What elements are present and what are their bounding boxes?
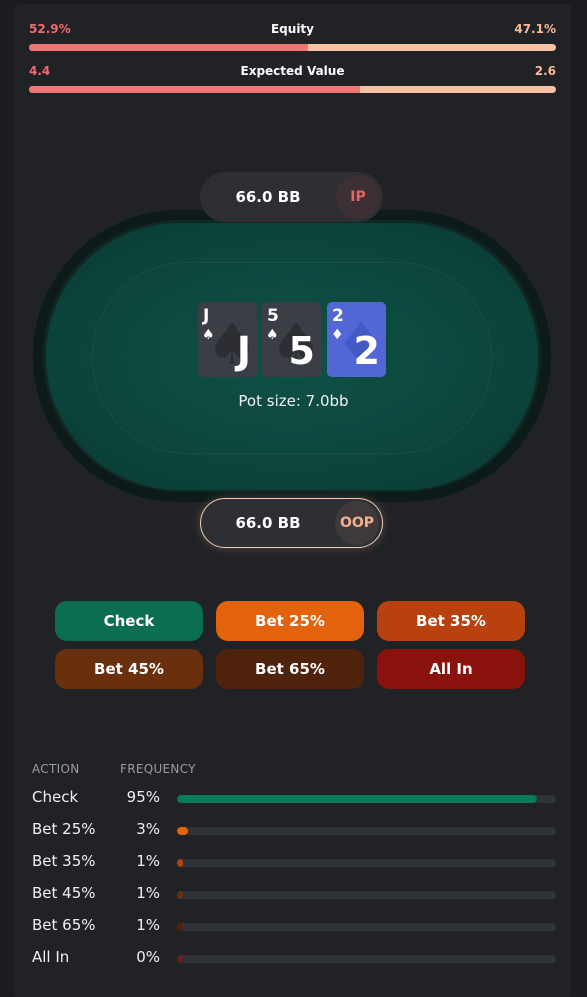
ev-bar bbox=[29, 86, 556, 93]
card-rank-large: 2 bbox=[353, 329, 380, 373]
frequency-row-check: Check 95% bbox=[32, 788, 556, 808]
card-rank-large: J bbox=[236, 329, 251, 373]
equity-bar-fill bbox=[29, 44, 308, 51]
check-button[interactable]: Check bbox=[55, 601, 203, 641]
frequency-action-label: Check bbox=[32, 788, 79, 806]
frequency-row-bet-35: Bet 35% 1% bbox=[32, 852, 556, 872]
card-rank-small: 2 bbox=[332, 306, 344, 326]
card-rank-small: 5 bbox=[267, 306, 279, 326]
ev-stat: 4.4 Expected Value 2.6 bbox=[29, 64, 556, 93]
equity-bar bbox=[29, 44, 556, 51]
board-card-2: ♠ 5 ♠ 5 bbox=[262, 302, 321, 377]
equity-title: Equity bbox=[270, 22, 314, 36]
ev-title: Expected Value bbox=[240, 64, 345, 78]
board-card-3: ♦ 2 ♦ 2 bbox=[327, 302, 386, 377]
equity-stat: 52.9% Equity 47.1% bbox=[29, 22, 556, 51]
frequency-bar-track bbox=[177, 859, 556, 867]
frequency-action-label: Bet 65% bbox=[32, 916, 96, 934]
ev-bar-fill bbox=[29, 86, 361, 93]
spade-icon: ♠ bbox=[202, 327, 215, 343]
all-in-button[interactable]: All In bbox=[377, 649, 525, 689]
frequency-row-bet-45: Bet 45% 1% bbox=[32, 884, 556, 904]
spade-icon: ♠ bbox=[266, 327, 279, 343]
frequency-row-bet-25: Bet 25% 3% bbox=[32, 820, 556, 840]
frequency-percent: 1% bbox=[136, 916, 160, 934]
frequency-action-label: Bet 35% bbox=[32, 852, 96, 870]
frequency-bar-fill bbox=[177, 795, 538, 803]
frequency-action-label: Bet 25% bbox=[32, 820, 96, 838]
frequency-bar-fill bbox=[177, 955, 183, 963]
frequency-bar-track bbox=[177, 923, 556, 931]
action-column-header: ACTION bbox=[32, 762, 80, 776]
ip-position-badge: IP bbox=[336, 175, 380, 219]
frequency-bar-track bbox=[177, 955, 556, 963]
frequency-percent: 0% bbox=[136, 948, 160, 966]
equity-ip-value: 47.1% bbox=[514, 22, 556, 36]
frequency-percent: 95% bbox=[126, 788, 160, 806]
diamond-icon: ♦ bbox=[331, 327, 344, 343]
bet-25-button[interactable]: Bet 25% bbox=[216, 601, 364, 641]
frequency-action-label: All In bbox=[32, 948, 70, 966]
frequency-row-all-in: All In 0% bbox=[32, 948, 556, 968]
frequency-bar-fill bbox=[177, 923, 183, 931]
oop-stack: 66.0 BB bbox=[235, 514, 301, 532]
pot-size: Pot size: 7.0bb bbox=[238, 392, 349, 410]
frequency-percent: 3% bbox=[136, 820, 160, 838]
bet-65-button[interactable]: Bet 65% bbox=[216, 649, 364, 689]
ev-ip-value: 2.6 bbox=[534, 64, 556, 78]
bet-45-button[interactable]: Bet 45% bbox=[55, 649, 203, 689]
frequency-row-bet-65: Bet 65% 1% bbox=[32, 916, 556, 936]
card-rank-small: J bbox=[203, 306, 210, 326]
ip-stack: 66.0 BB bbox=[235, 188, 301, 206]
frequency-bar-fill bbox=[177, 859, 183, 867]
frequency-bar-track bbox=[177, 891, 556, 899]
card-rank-large: 5 bbox=[288, 329, 315, 373]
board-card-1: ♠ J ♠ J bbox=[198, 302, 257, 377]
frequency-percent: 1% bbox=[136, 852, 160, 870]
oop-position-badge: OOP bbox=[335, 501, 379, 545]
frequency-percent: 1% bbox=[136, 884, 160, 902]
frequency-bar-track bbox=[177, 827, 556, 835]
oop-player-seat[interactable]: 66.0 BB OOP bbox=[200, 498, 383, 548]
frequency-bar-fill bbox=[177, 891, 183, 899]
ip-player-seat[interactable]: 66.0 BB IP bbox=[200, 172, 383, 222]
frequency-action-label: Bet 45% bbox=[32, 884, 96, 902]
frequency-bar-fill bbox=[177, 827, 189, 835]
frequency-bar-track bbox=[177, 795, 556, 803]
bet-35-button[interactable]: Bet 35% bbox=[377, 601, 525, 641]
frequency-column-header: FREQUENCY bbox=[120, 762, 196, 776]
